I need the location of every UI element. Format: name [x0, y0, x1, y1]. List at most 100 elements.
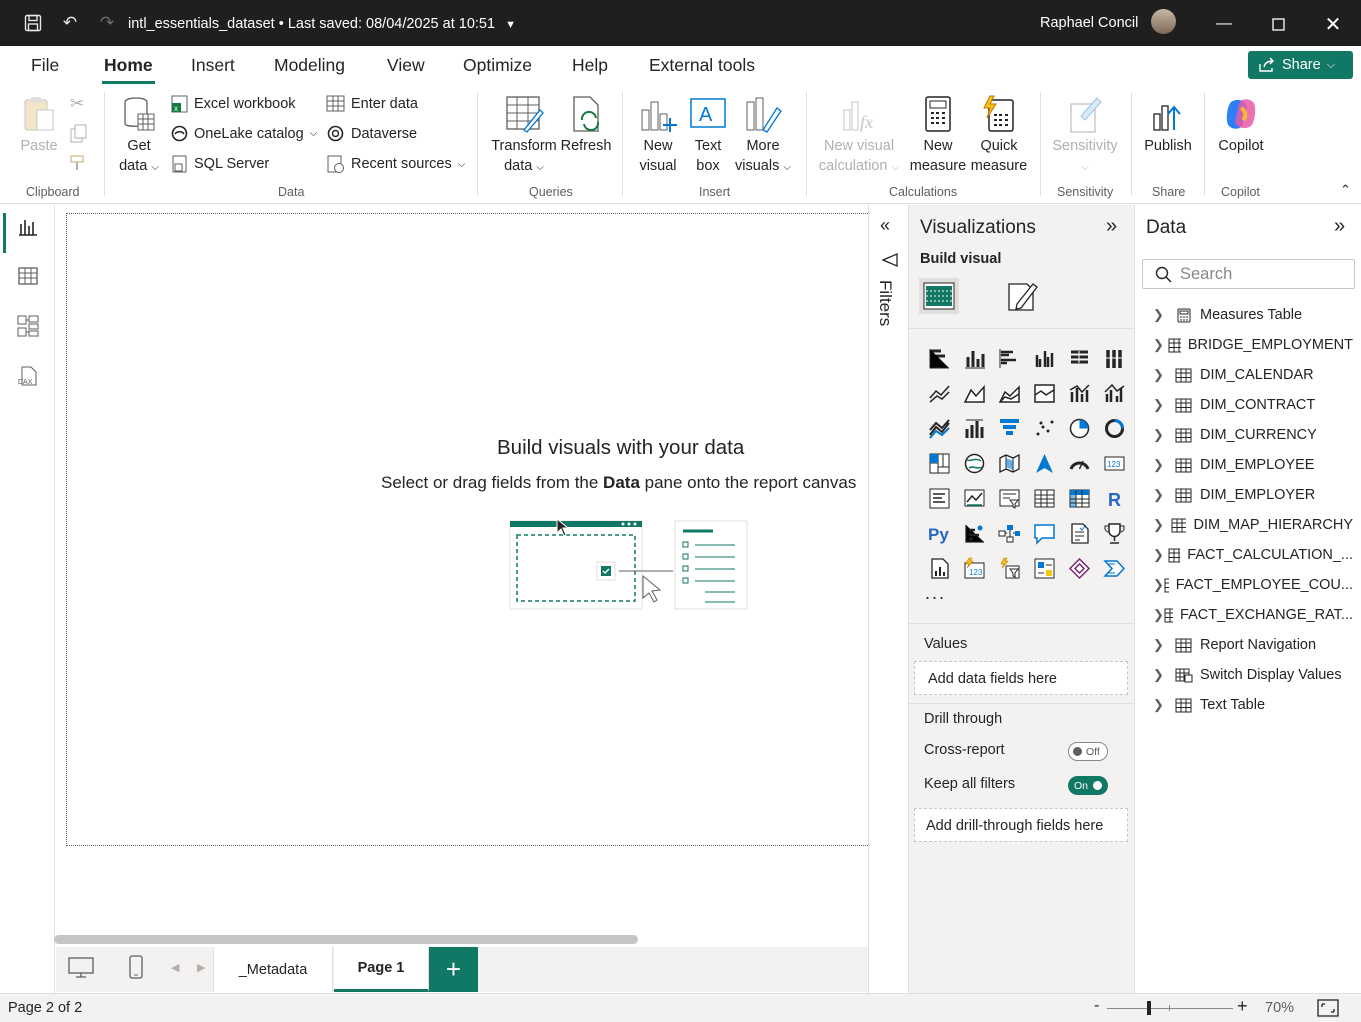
azure-map-icon[interactable]: [1027, 446, 1062, 481]
chevron-right-icon[interactable]: ❯: [1153, 337, 1168, 353]
custom-visual-icon[interactable]: [1027, 551, 1062, 586]
zoom-in-icon[interactable]: +: [1237, 996, 1248, 1017]
power-automate-icon[interactable]: [992, 551, 1027, 586]
report-view-icon[interactable]: [14, 213, 42, 241]
gauge-icon[interactable]: [1062, 446, 1097, 481]
copilot-button[interactable]: Copilot: [1213, 94, 1269, 156]
slicer-icon[interactable]: [992, 481, 1027, 516]
stacked-area-icon[interactable]: [992, 376, 1027, 411]
data-table-item[interactable]: ❯ DIM_EMPLOYEE: [1153, 450, 1353, 480]
text-box-button[interactable]: A Text box: [686, 94, 730, 176]
tab-external-tools[interactable]: External tools: [649, 55, 755, 76]
table-view-icon[interactable]: [14, 262, 42, 290]
stacked-column-icon[interactable]: [957, 341, 992, 376]
data-table-item[interactable]: ❯ DIM_CURRENCY: [1153, 420, 1353, 450]
page-tab-metadata[interactable]: _Metadata: [213, 947, 333, 992]
data-table-item[interactable]: ❯ Text Table: [1153, 690, 1353, 720]
data-table-item[interactable]: ❯ Report Navigation: [1153, 630, 1353, 660]
line-chart-icon[interactable]: [922, 376, 957, 411]
data-table-item[interactable]: ❯ DIM_MAP_HIERARCHY: [1153, 510, 1353, 540]
area-chart-icon[interactable]: [957, 376, 992, 411]
refresh-button[interactable]: Refresh: [560, 94, 612, 156]
clustered-column-icon[interactable]: [1027, 341, 1062, 376]
collapse-ribbon-icon[interactable]: ⌃: [1340, 182, 1351, 198]
power-apps-icon[interactable]: 123: [957, 551, 992, 586]
report-canvas[interactable]: Build visuals with your data Select or d…: [66, 213, 868, 846]
chevron-right-icon[interactable]: ❯: [1153, 697, 1175, 713]
line-clustered-column-icon[interactable]: [1097, 376, 1132, 411]
page-tab-page-1[interactable]: Page 1: [334, 947, 429, 992]
model-view-icon[interactable]: [14, 312, 42, 340]
pie-icon[interactable]: [1062, 411, 1097, 446]
data-table-item[interactable]: ❯ DIM_CALENDAR: [1153, 360, 1353, 390]
paginated-report-icon[interactable]: [922, 551, 957, 586]
chevron-right-icon[interactable]: ❯: [1153, 517, 1171, 533]
mobile-layout-icon[interactable]: [129, 955, 143, 982]
values-field-well[interactable]: Add data fields here: [914, 661, 1128, 695]
minimize-icon[interactable]: —: [1209, 10, 1239, 38]
qa-icon[interactable]: [1027, 516, 1062, 551]
decomposition-tree-icon[interactable]: [992, 516, 1027, 551]
tab-file[interactable]: File: [31, 55, 59, 76]
matrix-icon[interactable]: [1062, 481, 1097, 516]
chevron-down-icon[interactable]: ▼: [505, 19, 516, 31]
power-apps-diamond-icon[interactable]: [1062, 551, 1097, 586]
treemap-icon[interactable]: [922, 446, 957, 481]
enter-data-button[interactable]: Enter data: [326, 95, 418, 112]
collapse-visualizations-icon[interactable]: »: [1106, 215, 1117, 238]
keep-all-filters-toggle[interactable]: On: [1068, 776, 1108, 795]
new-visual-calculation-button[interactable]: fx New visual calculation ⌵: [816, 94, 902, 178]
tab-view[interactable]: View: [387, 55, 425, 76]
chevron-right-icon[interactable]: ❯: [1153, 487, 1175, 503]
horizontal-scrollbar[interactable]: [54, 935, 638, 944]
get-data-button[interactable]: Get data ⌵: [115, 94, 163, 178]
clustered-bar-icon[interactable]: [992, 341, 1027, 376]
filters-label[interactable]: Filters: [875, 280, 895, 326]
chevron-right-icon[interactable]: ❯: [1153, 427, 1175, 443]
more-visuals-ellipsis[interactable]: ...: [925, 583, 946, 604]
stacked-bar-icon[interactable]: [922, 341, 957, 376]
chevron-right-icon[interactable]: ❯: [1153, 397, 1175, 413]
document-title[interactable]: intl_essentials_dataset • Last saved: 08…: [128, 16, 516, 32]
build-visual-tab[interactable]: [919, 278, 959, 314]
filled-map-icon[interactable]: [992, 446, 1027, 481]
100-stacked-bar-icon[interactable]: [1062, 341, 1097, 376]
tab-help[interactable]: Help: [572, 55, 608, 76]
save-icon[interactable]: [22, 12, 44, 34]
sql-server-button[interactable]: SQL Server: [171, 155, 269, 173]
narrative-icon[interactable]: [1062, 516, 1097, 551]
data-table-item[interactable]: ❯ BRIDGE_EMPLOYMENT: [1153, 330, 1353, 360]
python-visual-icon[interactable]: Py: [922, 516, 957, 551]
cut-icon[interactable]: ✂: [70, 94, 84, 114]
chevron-right-icon[interactable]: ❯: [1153, 607, 1164, 623]
line-column-icon[interactable]: [1062, 376, 1097, 411]
publish-button[interactable]: Publish: [1142, 94, 1194, 156]
chevron-visual-icon[interactable]: [1097, 551, 1132, 586]
chevron-right-icon[interactable]: ❯: [1153, 307, 1175, 323]
user-name[interactable]: Raphael Concil: [1040, 15, 1138, 31]
chevron-right-icon[interactable]: ❯: [1153, 667, 1175, 683]
scroll-left-icon[interactable]: ◀: [171, 961, 179, 974]
collapse-data-icon[interactable]: »: [1334, 215, 1345, 238]
maximize-icon[interactable]: [1263, 10, 1293, 38]
chevron-right-icon[interactable]: ❯: [1153, 637, 1175, 653]
dataverse-button[interactable]: Dataverse: [326, 125, 417, 142]
onelake-catalog-button[interactable]: OneLake catalog ⌵: [171, 125, 317, 142]
new-measure-button[interactable]: New measure: [907, 94, 969, 176]
table-visual-icon[interactable]: [1027, 481, 1062, 516]
kpi-icon[interactable]: [957, 481, 992, 516]
donut-icon[interactable]: [1097, 411, 1132, 446]
tab-optimize[interactable]: Optimize: [463, 55, 532, 76]
ribbon-chart-icon[interactable]: [922, 411, 957, 446]
100-stacked-column-icon[interactable]: [1097, 341, 1132, 376]
waterfall-icon[interactable]: [957, 411, 992, 446]
cross-report-toggle[interactable]: Off: [1068, 742, 1108, 761]
sensitivity-button[interactable]: Sensitivity ⌵: [1049, 94, 1121, 178]
key-influencers-icon[interactable]: [957, 516, 992, 551]
fit-to-page-icon[interactable]: [1317, 999, 1339, 1021]
excel-workbook-button[interactable]: x Excel workbook: [171, 95, 296, 113]
new-visual-button[interactable]: New visual: [636, 94, 680, 176]
paste-button[interactable]: Paste: [18, 94, 60, 156]
data-search-input[interactable]: Search: [1142, 259, 1355, 289]
share-button[interactable]: Share ⌵: [1248, 51, 1353, 79]
